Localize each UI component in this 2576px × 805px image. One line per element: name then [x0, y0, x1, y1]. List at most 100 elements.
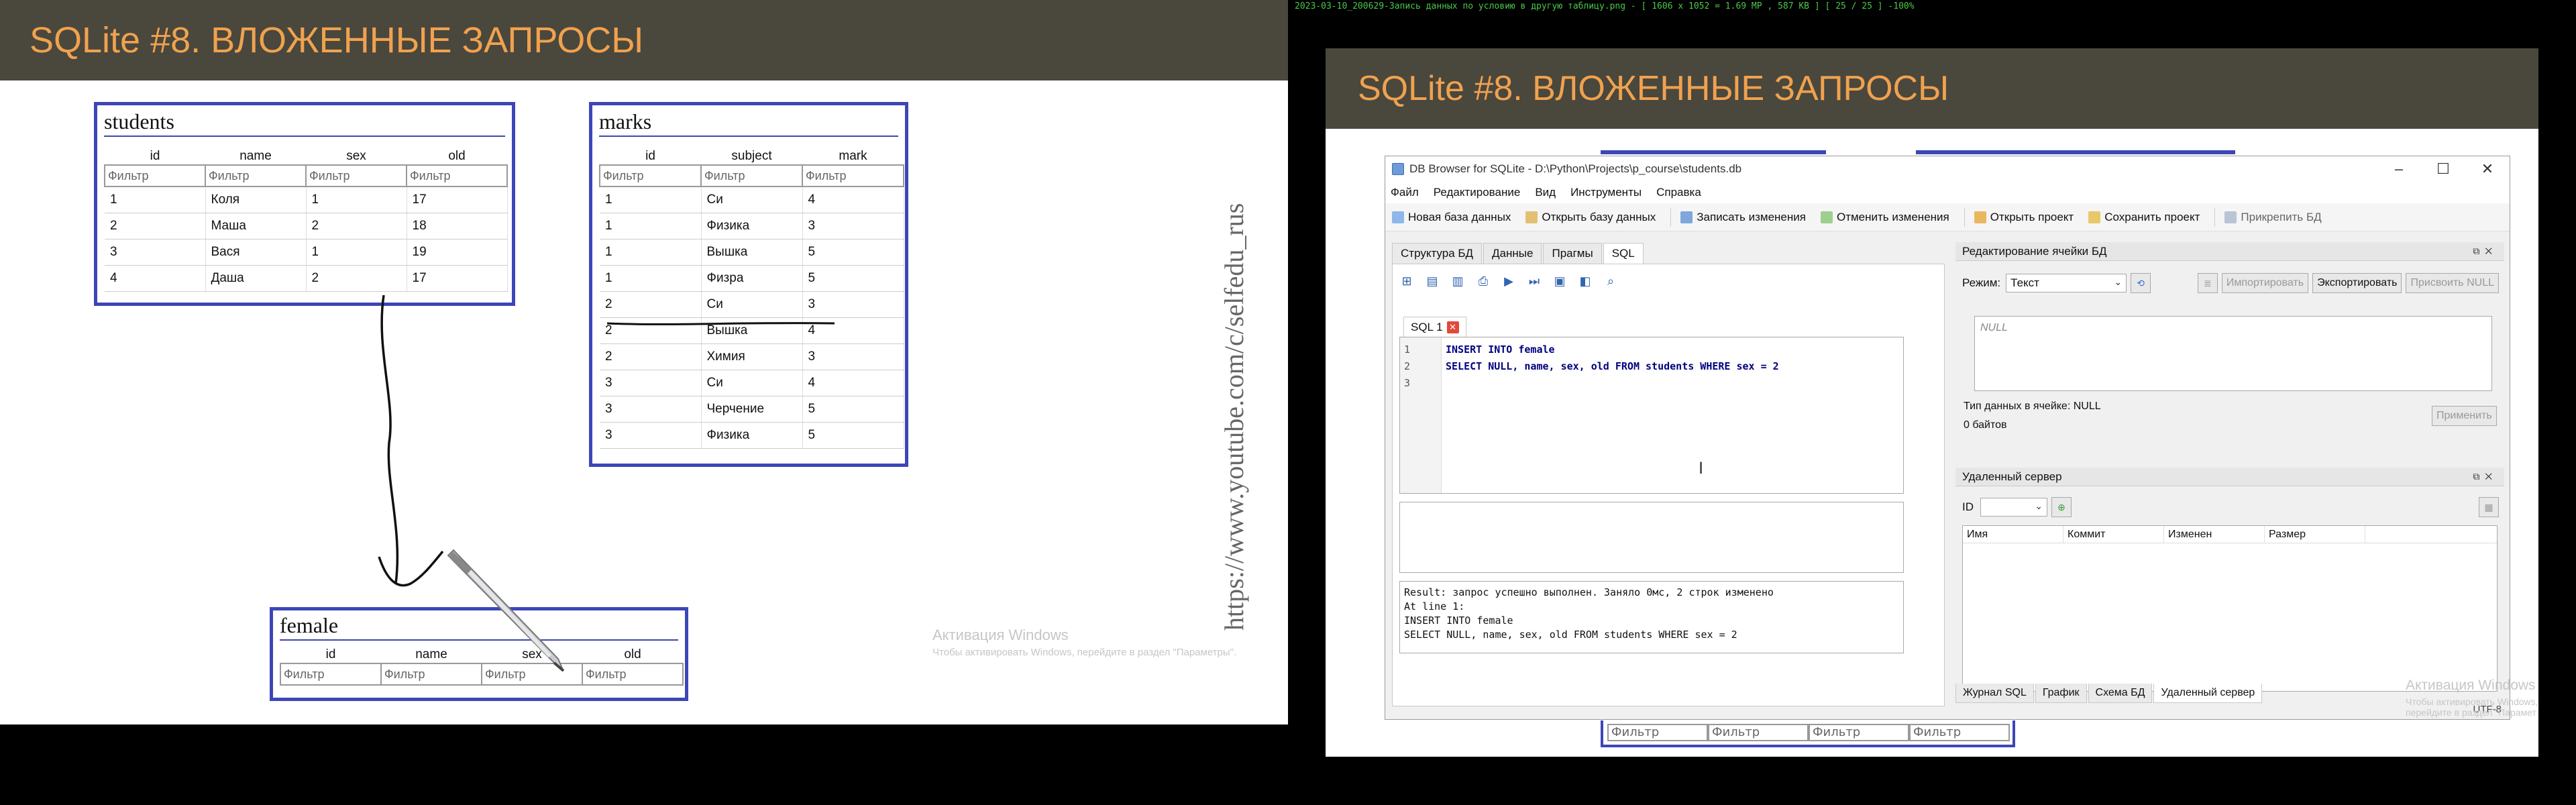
- add-identity-icon[interactable]: ⊕: [2051, 497, 2072, 517]
- sql-editor-tab[interactable]: SQL 1 ✕: [1403, 317, 1466, 337]
- word-wrap-icon[interactable]: ≣: [2197, 273, 2218, 293]
- open-project-button[interactable]: Открыть проект: [1974, 211, 2074, 224]
- filter-cell: Фильтр: [305, 164, 407, 187]
- menu-view[interactable]: Вид: [1535, 186, 1556, 199]
- save-project-icon: [2088, 211, 2101, 223]
- table-name-underline: [599, 136, 898, 137]
- button-label: Открыть базу данных: [1542, 210, 1656, 223]
- remote-id-row: ID ⌄ ⊕ ▦: [1962, 497, 2499, 517]
- revert-changes-button[interactable]: Отменить изменения: [1820, 211, 1949, 224]
- stop-execution-icon[interactable]: ▣: [1552, 274, 1567, 288]
- tab-db-structure[interactable]: Структура БД: [1392, 243, 1483, 264]
- table-row: 4 Даша 2 17: [105, 265, 508, 292]
- minimize-icon[interactable]: –: [2377, 156, 2421, 182]
- button-label: Прикрепить БД: [2241, 210, 2322, 223]
- close-icon[interactable]: ✕: [2465, 156, 2510, 182]
- table-cell: 4: [802, 186, 904, 213]
- open-tab-icon[interactable]: ⊞: [1399, 274, 1414, 288]
- maximize-icon[interactable]: ☐: [2421, 156, 2465, 182]
- tab-browse-data[interactable]: Данные: [1483, 243, 1542, 264]
- remote-files-table[interactable]: Имя Коммит Изменен Размер: [1962, 525, 2498, 692]
- table-row: 2 Химия 3: [600, 343, 904, 370]
- sql-tab-pane: ⊞ ▤ ▥ ⎙ ▶ ⏭ ▣ ◧ ⌕ SQL 1 ✕ 1 2 3 INSERT I…: [1392, 264, 1945, 706]
- sql-toolbar: ⊞ ▤ ▥ ⎙ ▶ ⏭ ▣ ◧ ⌕: [1399, 274, 1629, 288]
- save-results-icon[interactable]: ◧: [1578, 274, 1593, 288]
- main-tabs: Структура БД Данные Прагмы SQL: [1392, 242, 1945, 264]
- remote-settings-icon[interactable]: ▦: [2479, 497, 2499, 517]
- results-grid[interactable]: [1399, 502, 1904, 573]
- filter-cell: Фильтр: [280, 663, 382, 686]
- filter-cell: Фильтр: [700, 164, 803, 187]
- table-row: 3 Черчение 5: [600, 396, 904, 423]
- menu-edit[interactable]: Редактирование: [1434, 186, 1521, 199]
- save-sql-file-icon[interactable]: ▥: [1450, 274, 1465, 288]
- dock-header: Удаленный сервер ⧉✕: [1955, 468, 2504, 486]
- female-table-box: female id name sex old Фильтр Фильтр Фил…: [270, 607, 688, 701]
- apply-button[interactable]: Применить: [2432, 406, 2497, 426]
- mode-select[interactable]: Текст ⌄: [2006, 274, 2127, 292]
- table-cell: 4: [802, 370, 904, 396]
- tab-db-schema[interactable]: Схема БД: [2088, 684, 2153, 703]
- marks-table-name: marks: [599, 109, 652, 133]
- column-header[interactable]: Размер: [2265, 526, 2365, 543]
- export-button[interactable]: Экспортировать: [2312, 273, 2402, 293]
- tab-plot[interactable]: График: [2035, 684, 2087, 703]
- chevron-down-icon: ⌄: [2035, 500, 2043, 511]
- sql-editor[interactable]: 1 2 3 INSERT INTO female SELECT NULL, na…: [1399, 337, 1904, 494]
- window-titlebar[interactable]: DB Browser for SQLite - D:\Python\Projec…: [1385, 156, 2510, 182]
- close-icon[interactable]: ✕: [1446, 321, 1459, 333]
- execute-line-icon[interactable]: ⏭: [1527, 274, 1542, 288]
- menu-file[interactable]: Файл: [1391, 186, 1419, 199]
- import-button[interactable]: Импортировать: [2221, 273, 2309, 293]
- open-database-button[interactable]: Открыть базу данных: [1525, 211, 1656, 224]
- table-cell: 3: [802, 343, 904, 370]
- tab-sql-log[interactable]: Журнал SQL: [1955, 684, 2034, 703]
- column-header[interactable]: Изменен: [2164, 526, 2265, 543]
- filter-cell: Фильтр: [406, 164, 508, 187]
- column-header: name: [381, 646, 482, 664]
- table-cell: 2: [600, 343, 702, 370]
- menu-tools[interactable]: Инструменты: [1570, 186, 1642, 199]
- dock-float-close-icons[interactable]: ⧉✕: [2473, 246, 2498, 257]
- tab-pragmas[interactable]: Прагмы: [1543, 243, 1602, 264]
- tab-remote[interactable]: Удаленный сервер: [2153, 684, 2263, 703]
- new-database-icon: [1392, 211, 1404, 223]
- table-row: 3 Физика 5: [600, 422, 904, 449]
- table-cell: 1: [600, 186, 702, 213]
- column-header: mark: [802, 148, 904, 166]
- table-cell: Вышка: [701, 239, 803, 266]
- tab-execute-sql[interactable]: SQL: [1603, 243, 1644, 264]
- auto-switch-mode-icon[interactable]: ⟲: [2131, 273, 2151, 293]
- column-header: subject: [701, 148, 802, 166]
- save-project-button[interactable]: Сохранить проект: [2088, 211, 2200, 224]
- table-cell: Си: [701, 370, 803, 396]
- open-sql-file-icon[interactable]: ▤: [1425, 274, 1440, 288]
- attach-database-button[interactable]: Прикрепить БД: [2224, 210, 2322, 224]
- table-row: 1 Физика 3: [600, 213, 904, 239]
- print-icon[interactable]: ⎙: [1476, 274, 1491, 288]
- menubar: Файл Редактирование Вид Инструменты Спра…: [1385, 182, 2510, 203]
- table-cell: 1: [600, 239, 702, 266]
- table-cell: Физика: [701, 422, 803, 449]
- dock-float-close-icons[interactable]: ⧉✕: [2473, 471, 2498, 482]
- identity-select[interactable]: ⌄: [1980, 498, 2047, 517]
- cell-value-editor[interactable]: NULL: [1974, 316, 2492, 391]
- table-cell: 3: [105, 239, 206, 266]
- attach-database-icon: [2224, 211, 2237, 223]
- button-label: Новая база данных: [1408, 210, 1511, 223]
- edit-cell-dock: Редактирование ячейки БД ⧉✕ Режим: Текст…: [1955, 242, 2504, 446]
- execute-all-icon[interactable]: ▶: [1501, 274, 1516, 288]
- table-cell: 1: [600, 213, 702, 239]
- new-database-button[interactable]: Новая база данных: [1392, 211, 1511, 224]
- column-header[interactable]: Имя: [1963, 526, 2063, 543]
- write-changes-button[interactable]: Записать изменения: [1680, 211, 1806, 224]
- column-header[interactable]: Коммит: [2063, 526, 2164, 543]
- set-null-button[interactable]: Присвоить NULL: [2406, 273, 2499, 293]
- table-row: 3 Вася 1 19: [105, 239, 508, 266]
- button-label: Открыть проект: [1990, 210, 2074, 223]
- editor-text[interactable]: INSERT INTO female SELECT NULL, name, se…: [1442, 337, 1779, 493]
- table-cell: Маша: [205, 213, 307, 239]
- windows-activation-watermark: Активация Windows Чтобы активировать Win…: [932, 627, 1236, 658]
- menu-help[interactable]: Справка: [1656, 186, 1701, 199]
- find-icon[interactable]: ⌕: [1603, 274, 1618, 288]
